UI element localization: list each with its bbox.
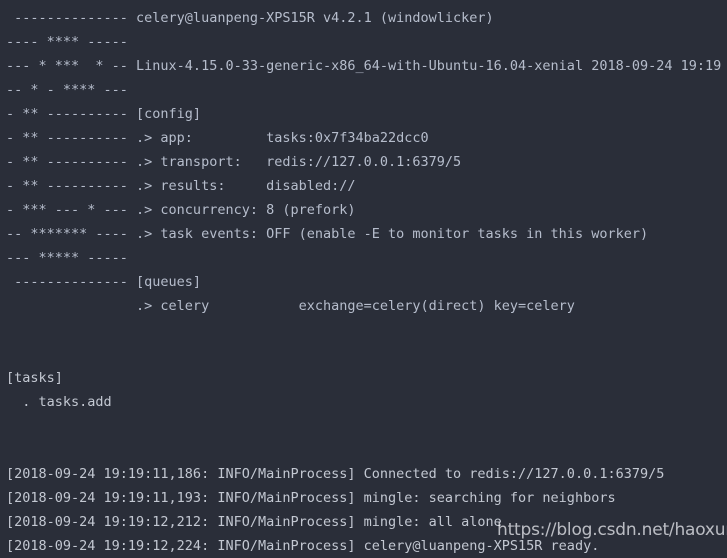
banner-line-2: ---- **** ----- (6, 34, 128, 50)
banner-config-task-events: -- ******* ---- .> task events: OFF (ena… (6, 226, 649, 242)
spacer-line-1 (0, 318, 727, 342)
spacer-line-2 (0, 342, 727, 366)
banner-line-4: -- * - **** --- (6, 82, 128, 98)
spacer-line-3 (0, 414, 727, 438)
terminal-window[interactable]: -------------- celery@luanpeng-XPS15R v4… (0, 0, 727, 554)
watermark-text: https://blog.csdn.net/haoxun07 (497, 520, 727, 540)
tasks-header: [tasks] (6, 370, 63, 386)
banner-line-1: -------------- celery@luanpeng-XPS15R v4… (6, 10, 494, 26)
banner-config-transport: - ** ---------- .> transport: redis://12… (6, 154, 462, 170)
log-line: [2018-09-24 19:19:11,186: INFO/MainProce… (6, 466, 665, 482)
banner-config-concurrency: - *** --- * --- .> concurrency: 8 (prefo… (6, 202, 356, 218)
banner-queues-header: -------------- [queues] (6, 274, 202, 290)
banner-config-app: - ** ---------- .> app: tasks:0x7f34ba22… (6, 130, 429, 146)
tasks-item: . tasks.add (6, 394, 112, 410)
banner-config-header: - ** ---------- [config] (6, 106, 202, 122)
spacer-line-4 (0, 438, 727, 462)
banner-queue-celery: .> celery exchange=celery(direct) key=ce… (6, 298, 575, 314)
banner-line-3: --- * *** * -- Linux-4.15.0-33-generic-x… (6, 58, 722, 74)
banner-config-results: - ** ---------- .> results: disabled:// (6, 178, 356, 194)
banner-line-11: --- ***** ----- (6, 250, 128, 266)
log-line: [2018-09-24 19:19:11,193: INFO/MainProce… (6, 490, 616, 506)
